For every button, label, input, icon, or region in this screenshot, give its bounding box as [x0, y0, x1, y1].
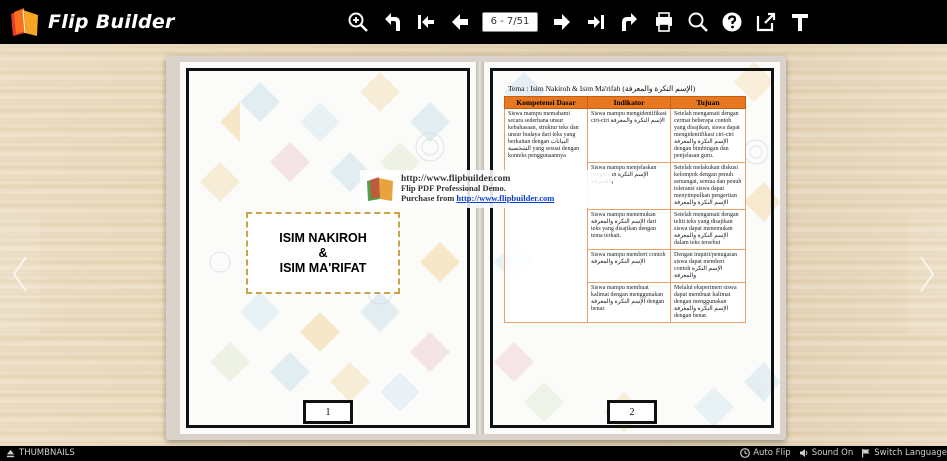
competency-table: Kompetensi Dasar Indikator Tujuan Siswa … [504, 96, 746, 323]
prev-page-arrow[interactable] [0, 214, 40, 334]
eject-icon [6, 449, 15, 457]
left-page[interactable]: ISIM NAKIROH & ISIM MA'RIFAT 1 [180, 62, 476, 434]
bottom-controls: Auto Flip Sound On Switch Language [732, 448, 947, 458]
bottom-bar: THUMBNAILS Auto Flip Sound On Switch Lan… [0, 446, 947, 461]
top-toolbar: Flip Builder 6 - 7/51 [0, 0, 947, 44]
thumbnails-label: THUMBNAILS [19, 448, 75, 458]
first-page-icon [418, 15, 434, 29]
first-page-button[interactable] [412, 8, 440, 36]
sound-toggle[interactable]: Sound On [799, 448, 854, 458]
prev-page-button[interactable] [446, 8, 474, 36]
flipbook[interactable]: ISIM NAKIROH & ISIM MA'RIFAT 1 Tema: Is… [166, 56, 786, 440]
tujuan-cell: Dengan inquiri/penugasan siswa dapat mem… [670, 249, 746, 283]
undo-button[interactable] [378, 8, 406, 36]
search-button[interactable] [684, 8, 712, 36]
table-row: Siswa mampu memahami secara sederhana un… [504, 108, 746, 323]
text-button[interactable] [786, 8, 814, 36]
brand: Flip Builder [8, 6, 175, 38]
title-line-3: ISIM MA'RIFAT [279, 260, 367, 275]
indikator-cell: Siswa mampu mengidentifikasi ciri-ciri ا… [587, 108, 671, 163]
prev-page-icon [452, 14, 468, 30]
watermark-purchase-line: Purchase from http://www.flipbuilder.com [401, 192, 554, 204]
chevron-left-icon [12, 256, 27, 292]
last-page-icon [588, 15, 604, 29]
help-icon [722, 12, 742, 32]
thumbnails-button[interactable]: THUMBNAILS [6, 448, 75, 458]
title-line-2: & [318, 245, 328, 260]
chevron-right-icon [920, 256, 935, 292]
column-header: Indikator [587, 96, 671, 109]
title-box: ISIM NAKIROH & ISIM MA'RIFAT [246, 212, 400, 294]
next-page-button[interactable] [548, 8, 576, 36]
toolbar-tools: 6 - 7/51 [344, 8, 820, 36]
flag-icon [862, 449, 870, 458]
book-logo-icon [367, 177, 393, 201]
topic-heading: Tema : Isim Nakiroh & Isim Ma'rifah (الإ… [508, 84, 696, 93]
next-page-arrow[interactable] [907, 214, 947, 334]
print-button[interactable] [650, 8, 678, 36]
title-line-1: ISIM NAKIROH [279, 230, 367, 245]
zoom-in-icon [348, 12, 368, 32]
tujuan-cell: Setelah mengamati dengan teliti teks yan… [670, 209, 746, 250]
tujuan-cell: Setelah mengamati dengan cermat beberapa… [670, 108, 746, 163]
right-page[interactable]: Tema : Isim Nakiroh & Isim Ma'rifah (الإ… [484, 62, 780, 434]
book-spine [476, 62, 484, 434]
indikator-cell: Siswa mampu membuat kalimat dengan mengg… [587, 282, 671, 323]
auto-flip-button[interactable]: Auto Flip [740, 448, 791, 458]
indikator-cell: Siswa mampu memberi contoh الإسم النكرة … [587, 249, 671, 283]
page-number-input[interactable]: 6 - 7/51 [482, 12, 538, 32]
search-icon [688, 12, 708, 32]
fullscreen-button[interactable] [752, 8, 780, 36]
auto-flip-label: Auto Flip [753, 448, 791, 458]
indikator-cell: Siswa mampu menemukan الإسم النكرة والمع… [587, 209, 671, 250]
kd-cell: Siswa mampu memahami secara sederhana un… [504, 108, 588, 323]
language-label: Switch Language [874, 448, 947, 458]
speaker-icon [799, 449, 808, 457]
zoom-in-button[interactable] [344, 8, 372, 36]
tujuan-cell: Setelah melakukan diskusi kelompok denga… [670, 162, 746, 210]
brand-name: Flip Builder [48, 11, 175, 33]
last-page-button[interactable] [582, 8, 610, 36]
share-button[interactable] [616, 8, 644, 36]
text-icon [792, 14, 808, 31]
watermark-purchase-prefix: Purchase from [401, 192, 457, 203]
next-page-icon [554, 14, 570, 30]
clock-icon [740, 448, 751, 458]
page-number-right: 2 [607, 400, 657, 424]
tujuan-cell: Melalui eksperimen siswa dapat membuat k… [670, 282, 746, 323]
share-icon [622, 13, 637, 31]
page-number-left: 1 [303, 400, 353, 424]
book-logo-icon [11, 8, 38, 36]
switch-language-button[interactable]: Switch Language [861, 448, 947, 458]
column-header: Kompetensi Dasar [504, 96, 588, 109]
fullscreen-icon [756, 12, 776, 32]
undo-icon [385, 13, 400, 31]
print-icon [656, 12, 672, 32]
demo-watermark: http://www.flipbuilder.com Flip PDF Prof… [360, 170, 612, 208]
watermark-text: http://www.flipbuilder.com Flip PDF Prof… [401, 174, 554, 204]
sound-label: Sound On [811, 448, 854, 458]
watermark-purchase-link[interactable]: http://www.flipbuilder.com [456, 193, 554, 203]
table-header-row: Kompetensi Dasar Indikator Tujuan [504, 96, 746, 109]
help-button[interactable] [718, 8, 746, 36]
column-header: Tujuan [670, 96, 746, 109]
